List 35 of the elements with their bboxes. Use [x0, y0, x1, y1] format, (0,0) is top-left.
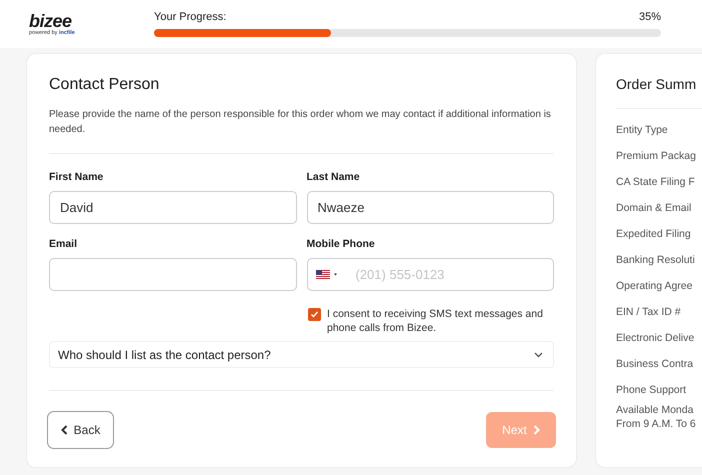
summary-item: Entity Type [616, 123, 669, 138]
summary-item: Phone Support [616, 383, 688, 398]
summary-item: Domain & Email [616, 201, 692, 216]
section-title: Contact Person [49, 76, 160, 94]
chevron-left-icon [60, 425, 68, 435]
faq-dropdown[interactable]: Who should I list as the contact person? [49, 341, 554, 368]
field-label: First Name [49, 171, 104, 183]
summary-item: Banking Resoluti [616, 253, 696, 268]
consent-checkbox[interactable] [308, 308, 321, 321]
field-label: Last Name [306, 171, 361, 183]
progress-label: Your Progress: [154, 11, 226, 23]
summary-item: CA State Filing F [616, 175, 696, 190]
summary-item: Premium Packag [616, 149, 697, 164]
summary-item: Business Contra [616, 357, 694, 372]
description: Please provide the name of the person responsible for this order whom we may contact if additional information is needed. [49, 108, 552, 137]
back-button[interactable]: Back [47, 411, 114, 449]
summary-item: Expedited Filing [616, 227, 692, 242]
summary-item: Operating Agree [616, 279, 694, 294]
progress-reading: 35% [638, 11, 661, 23]
chevron-right-icon [532, 425, 540, 435]
summary-title: Order Summ [616, 76, 698, 92]
summary-item: Electronic Delive [616, 331, 696, 346]
field-label: Mobile Phone [306, 238, 376, 250]
field-label: Email [49, 238, 78, 250]
logo[interactable]: bizee [29, 12, 84, 30]
summary-item: EIN / Tax ID # [616, 305, 682, 320]
check-icon [310, 310, 319, 319]
support-note: Available Monda From 9 A.M. To 6 [616, 403, 697, 431]
text-field[interactable]: Nwaeze [306, 191, 554, 224]
chevron-icon [534, 352, 543, 358]
text-field[interactable]: David [49, 191, 296, 224]
consent-label: I consent to receiving SMS text messages and phone calls from Bizee. [327, 307, 544, 335]
text-field[interactable] [49, 258, 296, 291]
flag-icon[interactable] [316, 270, 338, 279]
phone-field[interactable]: (201) 555-0123 [306, 258, 554, 291]
